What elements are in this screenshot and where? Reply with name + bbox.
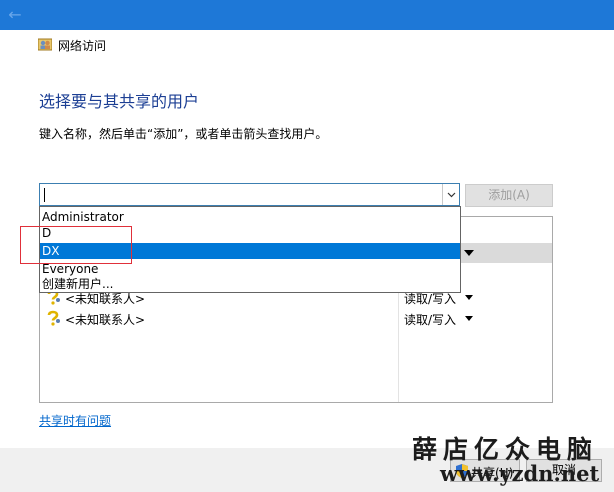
watermark-url: www.yzdn.net [440, 461, 600, 486]
contact-name: <未知联系人> [65, 313, 146, 327]
instruction-text: 键入名称，然后单击“添加”，或者单击箭头查找用户。 [39, 127, 328, 141]
highlight-annotation-box [20, 226, 132, 264]
title-bar: ← [0, 0, 614, 30]
permission-dropdown-arrow-icon[interactable] [465, 316, 473, 321]
chevron-down-icon [447, 192, 455, 197]
combobox-dropdown-button[interactable] [442, 184, 459, 205]
add-button[interactable]: 添加(A) [465, 184, 553, 207]
dropdown-item-administrator[interactable]: Administrator [40, 209, 460, 225]
permission-dropdown-arrow-icon[interactable] [465, 295, 473, 300]
user-name-combobox[interactable] [39, 183, 460, 206]
text-caret [44, 188, 45, 202]
table-row[interactable]: <未知联系人> 读取/写入 [40, 308, 552, 328]
network-users-icon [38, 38, 52, 51]
back-arrow-icon[interactable]: ← [6, 7, 24, 23]
sharing-help-link[interactable]: 共享时有问题 [39, 412, 111, 429]
permission-dropdown-arrow-icon[interactable] [464, 250, 474, 256]
permission-label[interactable]: 读取/写入 [404, 311, 456, 328]
unknown-contact-icon [47, 310, 60, 326]
page-heading: 选择要与其共享的用户 [39, 92, 200, 111]
window-title: 网络访问 [58, 39, 107, 53]
dropdown-item-create-new-user[interactable]: 创建新用户... [40, 276, 460, 292]
